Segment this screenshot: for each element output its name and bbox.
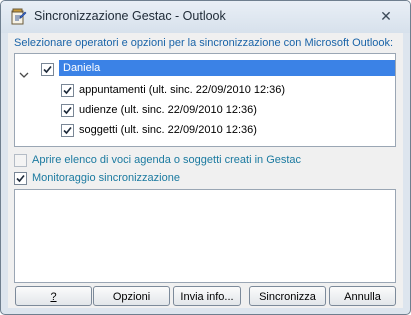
sync-monitoring-checkbox[interactable]: [14, 172, 27, 185]
collapse-arrow-icon[interactable]: [19, 67, 29, 78]
help-button[interactable]: ?: [15, 286, 92, 306]
gestac-app-icon: [10, 8, 27, 26]
sync-item-checkbox[interactable]: [61, 84, 74, 97]
dialog-content: Selezionare operatori e opzioni per la s…: [8, 33, 403, 308]
sync-item-checkbox[interactable]: [61, 124, 74, 137]
sync-log-area[interactable]: [14, 189, 396, 283]
sync-item-checkbox[interactable]: [61, 104, 74, 117]
options-button[interactable]: Opzioni: [93, 286, 170, 306]
open-created-items-checkbox[interactable]: [14, 154, 27, 167]
sync-item-label: soggetti (ult. sinc. 22/09/2010 12:36): [79, 124, 257, 136]
sync-item-label: appuntamenti (ult. sinc. 22/09/2010 12:3…: [79, 84, 286, 96]
instruction-text: Selezionare operatori e opzioni per la s…: [14, 37, 394, 49]
sync-item-label: udienze (ult. sinc. 22/09/2010 12:36): [79, 104, 257, 116]
operator-checkbox[interactable]: [41, 63, 54, 76]
sync-monitoring-label: Monitoraggio sincronizzazione: [32, 172, 180, 184]
send-info-button[interactable]: Invia info...: [173, 286, 241, 306]
operator-label[interactable]: Daniela: [59, 60, 395, 76]
close-icon[interactable]: ✕: [378, 9, 394, 23]
window-title: Sincronizzazione Gestac - Outlook: [34, 9, 226, 23]
open-created-items-label: Aprire elenco di voci agenda o soggetti …: [32, 154, 302, 166]
sync-button[interactable]: Sincronizza: [249, 286, 326, 306]
cancel-button[interactable]: Annulla: [329, 286, 396, 306]
title-bar[interactable]: Sincronizzazione Gestac - Outlook ✕: [1, 1, 410, 33]
tree-node-operator[interactable]: Daniela: [15, 60, 395, 80]
dialog-window: Sincronizzazione Gestac - Outlook ✕ Sele…: [0, 0, 411, 315]
help-button-label: ?: [50, 291, 57, 303]
operator-tree[interactable]: Daniela appuntamenti (ult. sinc. 22/09/2…: [14, 53, 396, 147]
